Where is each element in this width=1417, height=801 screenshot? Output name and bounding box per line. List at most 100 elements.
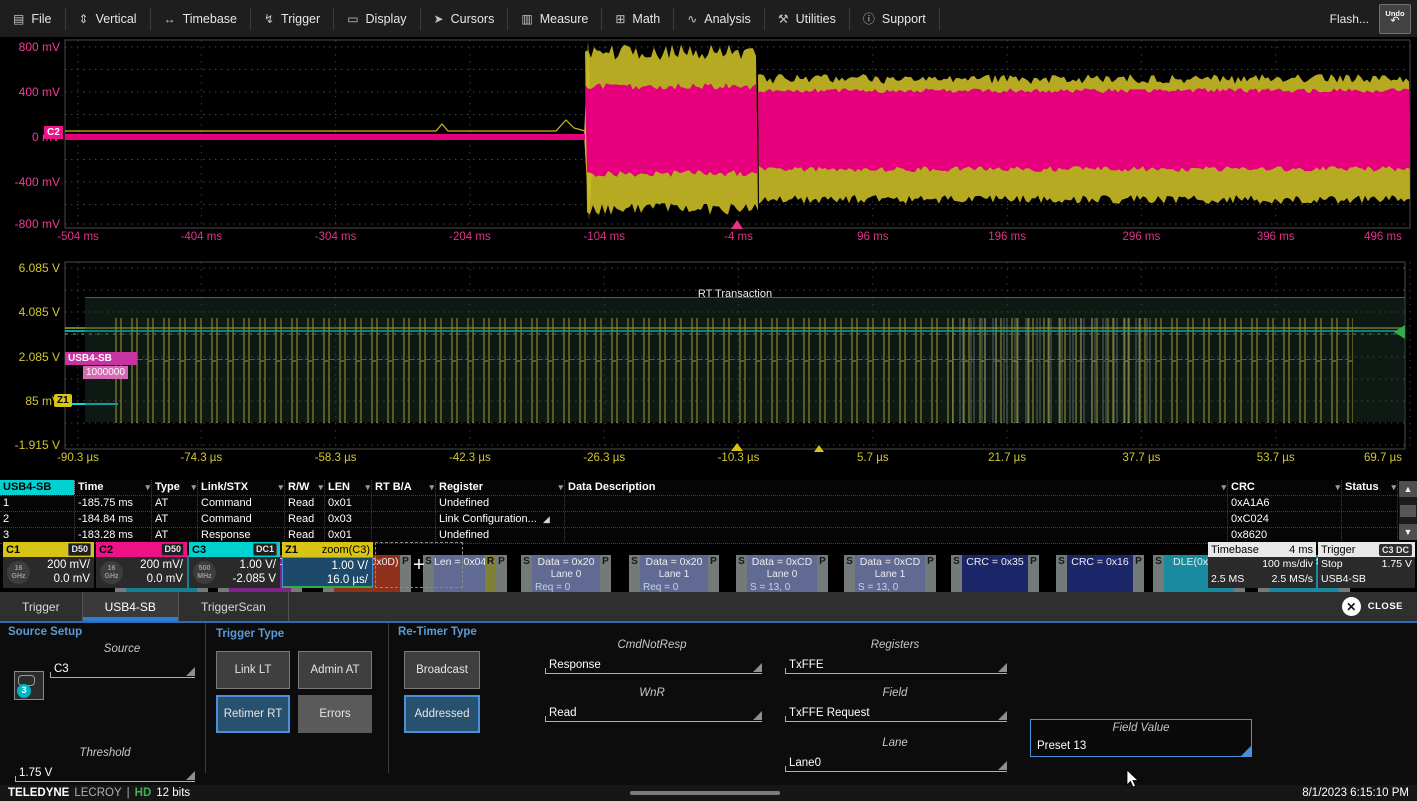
menu-item-analysis[interactable]: ∿Analysis: [674, 8, 765, 30]
column-header-rt-b-a[interactable]: RT B/A▾: [372, 480, 436, 495]
zoom-position-tag[interactable]: Z1: [54, 394, 72, 407]
field-select-wnr[interactable]: Read: [545, 703, 762, 722]
flash-status[interactable]: Flash...: [1330, 12, 1369, 26]
column-header-time[interactable]: Time▾: [75, 480, 152, 495]
zoom-cursor-marker[interactable]: [814, 445, 824, 452]
x-axis-label: 21.7 µs: [988, 452, 1026, 464]
trigger-type-title: Trigger Type: [216, 628, 284, 640]
column-dropdown-icon[interactable]: ▾: [365, 480, 370, 495]
channel-badge: D50: [68, 543, 91, 556]
column-header-data-description[interactable]: Data Description▾: [565, 480, 1228, 495]
trigger-type-link-lt[interactable]: Link LT: [216, 651, 290, 689]
field-select-lane[interactable]: Lane0: [785, 753, 1007, 772]
menu-item-label: File: [31, 12, 51, 26]
column-header-status[interactable]: Status▾: [1342, 480, 1398, 495]
timebase-descriptor[interactable]: Timebase 4 ms 100 ms/div 2.5 MS 2.5 MS/s: [1208, 542, 1316, 588]
field-select-field[interactable]: TxFFE Request: [785, 703, 1007, 722]
column-header-register[interactable]: Register▾: [436, 480, 565, 495]
menu-item-label: Utilities: [796, 12, 836, 26]
table-row[interactable]: 2-184.84 msATCommandRead0x03Link Configu…: [0, 512, 1398, 528]
trigger-time-marker[interactable]: [731, 220, 743, 229]
field-value-box[interactable]: Field Value Preset 13: [1030, 719, 1252, 757]
column-header-link-stx[interactable]: Link/STX▾: [198, 480, 285, 495]
x-axis-label: -26.3 µs: [583, 452, 625, 464]
channel2-position-tag[interactable]: C2: [44, 126, 63, 139]
menu-item-cursors[interactable]: ➤Cursors: [421, 8, 509, 30]
tab-usb4-sb[interactable]: USB4-SB: [83, 592, 179, 621]
descriptor-c3[interactable]: C3DC1500MHz1.00 V/-2.085 V: [189, 542, 280, 588]
scroll-down-button[interactable]: ▼: [1399, 524, 1417, 540]
trigger-type-errors[interactable]: Errors: [298, 695, 372, 733]
field-select-cmdnotresp[interactable]: Response: [545, 655, 762, 674]
decode-table[interactable]: USB4-SBTime▾Type▾Link/STX▾R/W▾LEN▾RT B/A…: [0, 480, 1398, 544]
column-dropdown-icon[interactable]: ▾: [278, 480, 283, 495]
zoom-waveform-plot[interactable]: 6.085 V4.085 V2.085 V85 mV-1.915 V SDLE(…: [0, 255, 1417, 451]
table-title-cell[interactable]: USB4-SB: [0, 480, 75, 495]
source-channel-button[interactable]: 3: [14, 671, 44, 700]
column-dropdown-icon[interactable]: ▾: [1391, 480, 1396, 495]
menu-item-utilities[interactable]: ⚒Utilities: [765, 8, 850, 30]
column-header-r-w[interactable]: R/W▾: [285, 480, 325, 495]
column-dropdown-icon[interactable]: ▾: [191, 480, 196, 495]
column-dropdown-icon[interactable]: ▾: [1221, 480, 1226, 495]
bw-unit: GHz: [105, 573, 119, 581]
descriptor-header: Z1zoom(C3): [282, 542, 373, 557]
source-select[interactable]: C3: [50, 659, 195, 678]
source-setup-title: Source Setup: [8, 626, 82, 638]
retimer-type-addressed[interactable]: Addressed: [404, 695, 480, 733]
main-waveform-plot[interactable]: 800 mV400 mV0 mV-400 mV-800 mV C2: [0, 38, 1417, 230]
bandwidth-badge: 16GHz: [100, 561, 123, 584]
x-axis-label: 5.7 µs: [857, 452, 889, 464]
zoom-trigger-marker[interactable]: [731, 443, 743, 451]
column-dropdown-icon[interactable]: ▾: [318, 480, 323, 495]
scroll-up-button[interactable]: ▲: [1399, 481, 1417, 497]
descriptor-c2[interactable]: C2D5016GHz200 mV/0.0 mV: [96, 542, 187, 588]
menu-item-display[interactable]: ▭Display: [334, 8, 420, 30]
menu-item-vertical[interactable]: ⇕Vertical: [66, 8, 151, 30]
x-axis-label: -404 ms: [181, 231, 223, 243]
menu-item-math[interactable]: ⊞Math: [602, 8, 674, 30]
menu-item-trigger[interactable]: ↯Trigger: [251, 8, 334, 30]
undo-button[interactable]: Undo ↶: [1379, 4, 1411, 34]
descriptor-body: 500MHz1.00 V/-2.085 V: [189, 557, 280, 588]
threshold-label: Threshold: [79, 747, 130, 759]
retimer-type-broadcast[interactable]: Broadcast: [404, 651, 480, 689]
trigger-type-admin-at[interactable]: Admin AT: [298, 651, 372, 689]
column-dropdown-icon[interactable]: ▾: [145, 480, 150, 495]
menu-item-measure[interactable]: ▥Measure: [508, 8, 602, 30]
expand-icon[interactable]: ◢: [543, 514, 550, 524]
menu-bar: ▤File⇕Vertical↔Timebase↯Trigger▭Display➤…: [0, 0, 1417, 39]
add-trace-button[interactable]: +: [375, 542, 463, 588]
threshold-select[interactable]: 1.75 V: [15, 763, 195, 782]
trigger-type-retimer-rt[interactable]: Retimer RT: [216, 695, 290, 733]
menu-item-label: Vertical: [96, 12, 137, 26]
menu-item-file[interactable]: ▤File: [0, 8, 66, 30]
table-row[interactable]: 1-185.75 msATCommandRead0x01Undefined0xA…: [0, 496, 1398, 512]
column-dropdown-icon[interactable]: ▾: [429, 480, 434, 495]
trigger-descriptor[interactable]: Trigger C3 DC Stop 1.75 V USB4-SB: [1318, 542, 1415, 588]
table-scrollbar[interactable]: ▲ ▼: [1399, 481, 1417, 540]
close-button[interactable]: ✕ CLOSE: [1342, 592, 1417, 621]
column-dropdown-icon[interactable]: ▾: [558, 480, 563, 495]
x-axis-label: -74.3 µs: [180, 452, 222, 464]
brand: TELEDYNE LECROY | HD 12 bits: [0, 787, 190, 799]
scroll-thumb[interactable]: [1400, 505, 1416, 517]
descriptor-z1[interactable]: Z1zoom(C3)1.00 V/16.0 µs/: [282, 542, 373, 588]
decoder-label[interactable]: USB4-SB: [65, 352, 137, 365]
menu-item-support[interactable]: ⓘSupport: [850, 8, 940, 30]
field-value: TxFFE Request: [789, 707, 870, 719]
field-select-registers[interactable]: TxFFE: [785, 655, 1007, 674]
table-cell: 0x8620: [1228, 528, 1342, 543]
tab-triggerscan[interactable]: TriggerScan: [179, 592, 289, 621]
column-header-type[interactable]: Type▾: [152, 480, 198, 495]
table-cell: 2: [0, 512, 75, 527]
descriptor-c1[interactable]: C1D5016GHz200 mV/0.0 mV: [3, 542, 94, 588]
column-dropdown-icon[interactable]: ▾: [1335, 480, 1340, 495]
column-header-len[interactable]: LEN▾: [325, 480, 372, 495]
decode-band: [85, 297, 1405, 422]
menu-item-timebase[interactable]: ↔Timebase: [151, 8, 251, 30]
timebase-value: 4 ms: [1289, 544, 1313, 556]
status-scroll-handle[interactable]: [630, 791, 780, 795]
column-header-crc[interactable]: CRC▾: [1228, 480, 1342, 495]
tab-trigger[interactable]: Trigger: [0, 592, 83, 621]
